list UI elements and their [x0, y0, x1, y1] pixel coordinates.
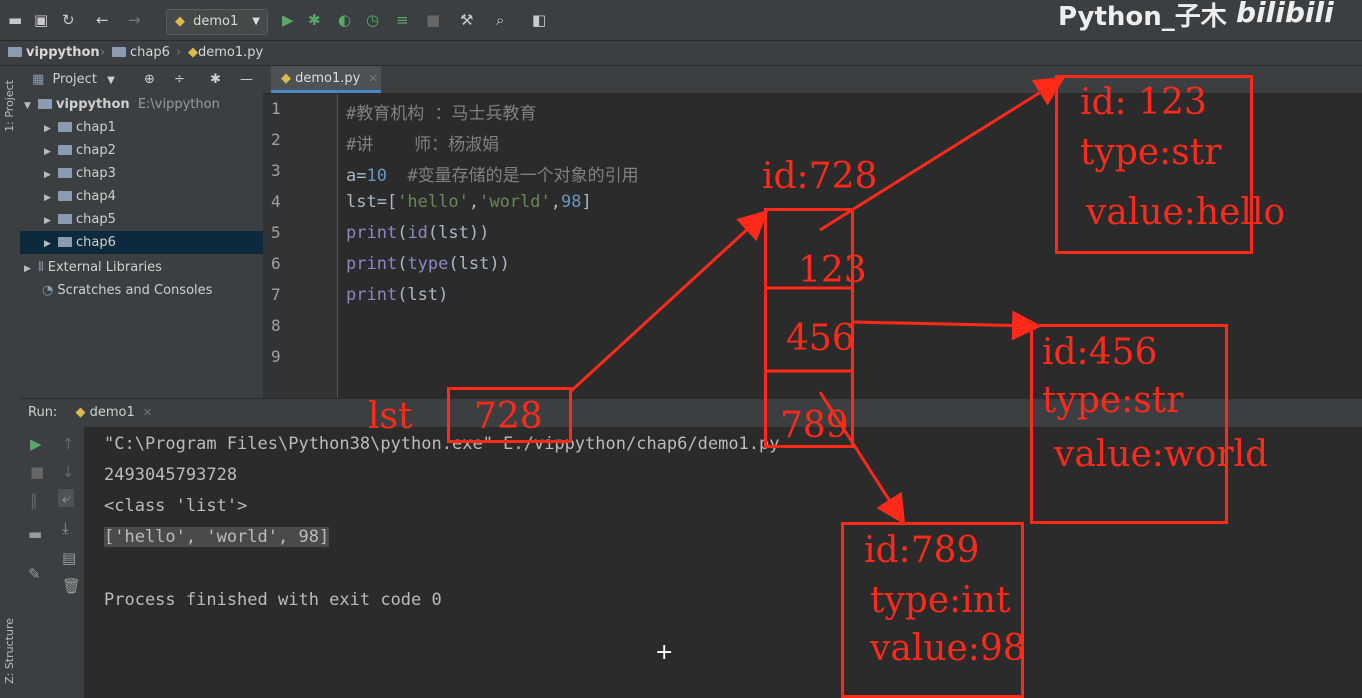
annotation-hello-id: id: 123: [1080, 82, 1207, 123]
arrow-slot1-to-hello: [819, 76, 1066, 232]
annotation-lst-ref: 728: [474, 396, 543, 437]
annotation-98-id: id:789: [864, 530, 980, 571]
annotation-slot-2: 456: [786, 318, 855, 359]
annotation-hello-value: value:hello: [1086, 192, 1286, 233]
annotation-world-value: value:world: [1054, 434, 1269, 475]
annotation-98-value: value:98: [870, 628, 1026, 669]
annotation-lst-label: lst: [368, 396, 413, 437]
annotation-list-id: id:728: [762, 156, 878, 197]
annotation-slot-1: 123: [798, 250, 867, 291]
arrow-lst-to-list: [568, 209, 769, 394]
annotation-world-type: type:str: [1042, 380, 1184, 421]
annotation-world-id: id:456: [1042, 332, 1158, 373]
annotation-hello-type: type:str: [1080, 132, 1222, 173]
arrow-slot2-to-world: [851, 310, 1042, 341]
annotation-98-type: type:int: [870, 580, 1011, 621]
annotation-slot-3: 789: [780, 405, 849, 446]
